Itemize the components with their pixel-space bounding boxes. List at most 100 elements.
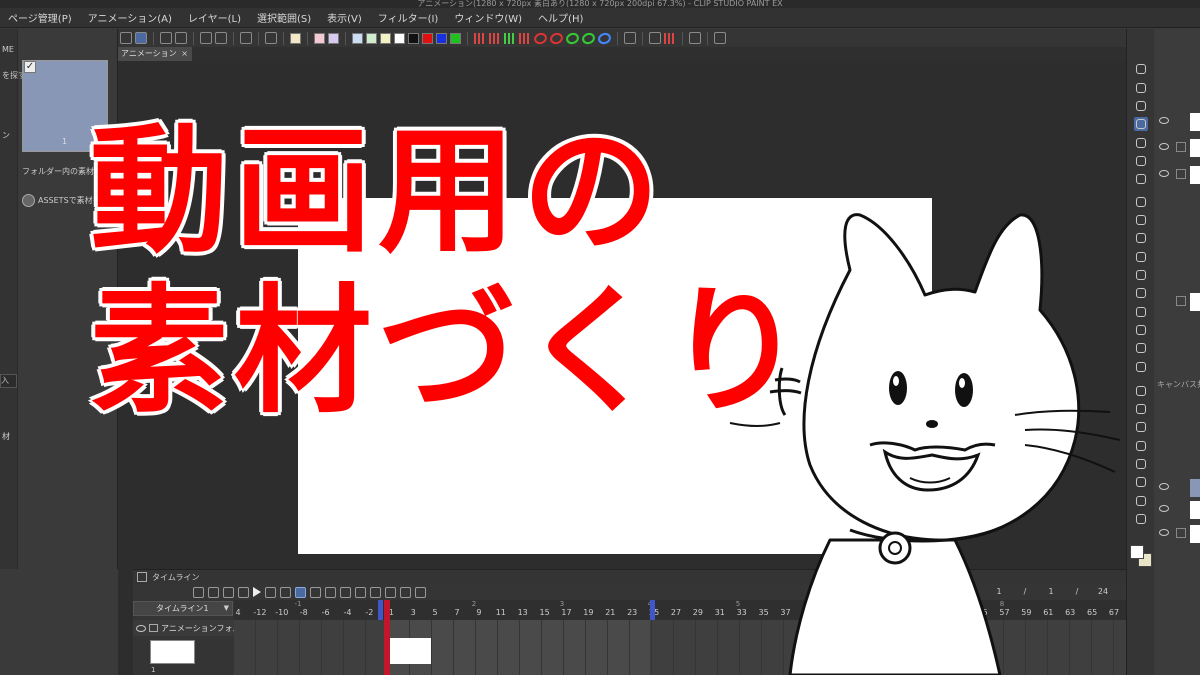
assets-search-button[interactable]: ASSETSで素材を探す (22, 192, 116, 208)
menu-help[interactable]: ヘルプ(H) (530, 10, 591, 25)
thumbnail-checkbox[interactable]: ✓ (24, 61, 36, 73)
color-swatch[interactable] (366, 32, 377, 44)
layer-checkbox[interactable] (1176, 528, 1186, 538)
color-swatch[interactable] (450, 32, 461, 44)
menu-page[interactable]: ページ管理(P) (0, 10, 80, 25)
track-header[interactable]: アニメーションフォルダ (133, 620, 234, 636)
layer-checkbox[interactable] (1176, 296, 1186, 306)
separator (283, 31, 284, 45)
zoom-icon[interactable] (1134, 62, 1148, 76)
end-marker[interactable] (650, 600, 655, 620)
ruler-frame-number: 11 (495, 608, 506, 617)
undo-icon[interactable] (200, 32, 212, 44)
close-icon[interactable]: × (181, 47, 188, 61)
ruler-frame-number: 4 (235, 608, 241, 617)
zoom-out-icon[interactable] (193, 586, 204, 598)
onion-skin-icon[interactable] (564, 30, 581, 46)
color-swatch[interactable] (314, 32, 325, 44)
panel-header: ME (2, 45, 14, 54)
layer-checkbox[interactable] (1176, 169, 1186, 179)
eye-icon[interactable] (1159, 170, 1169, 177)
next-frame-icon[interactable] (265, 586, 276, 598)
eye-icon[interactable] (1159, 143, 1169, 150)
menu-window[interactable]: ウィンドウ(W) (446, 10, 530, 25)
assets-label: ASSETSで素材を探す (38, 195, 116, 205)
keyframe-icon[interactable] (400, 586, 411, 598)
timeline-marker-icon[interactable] (489, 32, 501, 44)
layer-icon[interactable] (265, 32, 277, 44)
search-input[interactable]: 入 (0, 374, 17, 388)
onion-skin-icon[interactable] (532, 30, 549, 46)
new-cel-icon[interactable] (310, 586, 321, 598)
hand-icon[interactable] (1134, 99, 1148, 113)
menu-icon[interactable] (120, 32, 132, 44)
color-swatch[interactable] (436, 32, 447, 44)
folder-icon (149, 624, 158, 632)
color-swatch[interactable] (352, 32, 363, 44)
cel-thumbnail[interactable] (150, 640, 195, 664)
eye-icon[interactable] (1159, 117, 1169, 124)
onion-skin-icon[interactable] (548, 30, 565, 46)
color-bars-icon[interactable] (664, 32, 676, 44)
tab-animation[interactable]: アニメーション × (118, 47, 192, 61)
timeline-marker-icon[interactable] (474, 32, 486, 44)
color-swatch[interactable] (290, 32, 301, 44)
layer-checkbox[interactable] (1176, 142, 1186, 152)
light-table-icon[interactable] (385, 586, 396, 598)
timeline-marker-icon[interactable] (519, 32, 531, 44)
delete-cel-icon[interactable] (355, 586, 366, 598)
onion-skin-icon[interactable] (370, 586, 381, 598)
menu-filter[interactable]: フィルター(I) (370, 10, 447, 25)
cel-block[interactable] (385, 638, 431, 664)
ruler-frame-number: -4 (343, 608, 352, 617)
magic-wand-icon[interactable] (1134, 172, 1148, 186)
timeline-marker-icon[interactable] (504, 32, 516, 44)
ruler-frame-number: 5 (432, 608, 438, 617)
first-frame-icon[interactable] (223, 586, 234, 598)
layer-row[interactable] (1154, 165, 1200, 185)
redo-icon[interactable] (215, 32, 227, 44)
menu-view[interactable]: 表示(V) (319, 10, 370, 25)
play-icon[interactable] (253, 587, 261, 597)
ruler-frame-number: 3 (410, 608, 416, 617)
last-frame-icon[interactable] (280, 586, 291, 598)
menu-animation[interactable]: アニメーション(A) (80, 10, 180, 25)
layer-row[interactable] (1154, 138, 1200, 158)
device-icon[interactable] (714, 32, 726, 44)
color-swatch[interactable] (408, 32, 419, 44)
rotate-icon[interactable] (1134, 81, 1148, 95)
loop-icon[interactable] (295, 586, 306, 598)
pen-icon[interactable] (415, 586, 426, 598)
eye-icon[interactable] (136, 624, 146, 632)
save-icon[interactable] (160, 32, 172, 44)
crop-icon[interactable] (624, 32, 636, 44)
menu-selection[interactable]: 選択範囲(S) (249, 10, 319, 25)
export-icon[interactable] (689, 32, 701, 44)
lasso-icon[interactable] (1134, 154, 1148, 168)
grid-icon[interactable] (649, 32, 661, 44)
onion-skin-icon[interactable] (580, 30, 597, 46)
clip-icon[interactable] (175, 32, 187, 44)
specify-cel-icon[interactable] (340, 586, 351, 598)
move-icon[interactable] (1134, 136, 1148, 150)
new-canvas-icon[interactable] (135, 32, 147, 44)
color-swatch[interactable] (380, 32, 391, 44)
menu-layer[interactable]: レイヤー(L) (180, 10, 249, 25)
color-swatch[interactable] (394, 32, 405, 44)
playhead[interactable] (384, 600, 390, 675)
fit-icon[interactable] (240, 32, 252, 44)
new-folder-icon[interactable] (325, 586, 336, 598)
separator (307, 31, 308, 45)
separator (153, 31, 154, 45)
onion-skin-icon[interactable] (596, 30, 613, 46)
color-swatch[interactable] (422, 32, 433, 44)
operation-icon[interactable] (1134, 117, 1148, 131)
prev-frame-icon[interactable] (238, 586, 249, 598)
zoom-in-icon[interactable] (208, 586, 219, 598)
start-marker[interactable] (378, 600, 383, 620)
ruler-second-mark: -1 (294, 600, 302, 608)
layer-row[interactable] (1154, 112, 1200, 132)
color-swatch[interactable] (328, 32, 339, 44)
timeline-select[interactable]: タイムライン1 ▼ (133, 601, 233, 616)
show-all-materials-toggle[interactable]: フォルダー内の素材をすべて表示 (22, 166, 116, 177)
